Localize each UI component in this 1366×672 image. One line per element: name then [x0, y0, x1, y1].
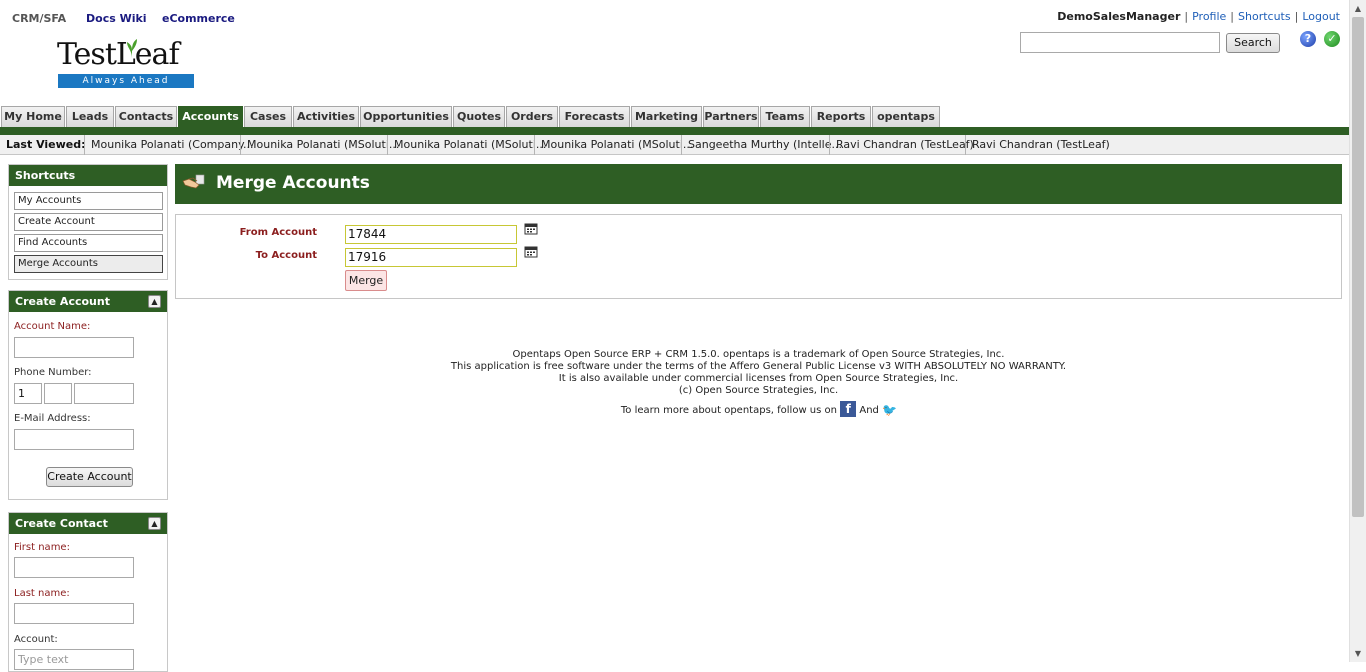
logo-tagline: Always Ahead — [58, 74, 194, 88]
last-viewed-item[interactable]: Mounika Polanati (MSoluti... — [240, 135, 399, 155]
shortcut-create-account[interactable]: Create Account — [14, 213, 163, 231]
footer-line: This application is free software under … — [450, 361, 1067, 372]
tab-marketing[interactable]: Marketing — [631, 106, 702, 127]
shortcut-find-accounts[interactable]: Find Accounts — [14, 234, 163, 252]
username: DemoSalesManager — [1057, 10, 1181, 23]
email-input[interactable] — [14, 429, 134, 450]
account-name-label: Account Name: — [14, 321, 91, 332]
twitter-icon[interactable]: 🐦 — [882, 403, 897, 417]
merge-button[interactable]: Merge — [345, 270, 387, 291]
tab-opportunities[interactable]: Opportunities — [360, 106, 452, 127]
check-icon[interactable]: ✓ — [1324, 31, 1340, 47]
email-label: E-Mail Address: — [14, 413, 91, 424]
search-input[interactable] — [1020, 32, 1220, 53]
shortcuts-panel: Shortcuts My Accounts Create Account Find … — [8, 164, 168, 280]
tab-cases[interactable]: Cases — [244, 106, 292, 127]
account-input[interactable]: Type text — [14, 649, 134, 670]
tabs-underline — [0, 127, 1349, 135]
last-viewed-label: Last Viewed: — [6, 138, 86, 151]
create-account-panel: Create Account ▲ Account Name: Phone Num… — [8, 290, 168, 500]
phone-area-input[interactable] — [44, 383, 72, 404]
facebook-icon[interactable]: f — [840, 401, 857, 417]
account-name-input[interactable] — [14, 337, 134, 358]
shortcuts-header: Shortcuts — [9, 165, 167, 186]
scroll-down-arrow[interactable]: ▼ — [1350, 645, 1366, 662]
last-viewed-item[interactable]: Ravi Chandran (TestLeaf) — [829, 135, 974, 155]
tab-quotes[interactable]: Quotes — [453, 106, 505, 127]
logout-link[interactable]: Logout — [1302, 10, 1340, 23]
leaf-icon — [127, 39, 137, 58]
phone-number-input[interactable] — [74, 383, 134, 404]
logo-wordmark: TestLeaf — [57, 37, 180, 72]
shortcut-my-accounts[interactable]: My Accounts — [14, 192, 163, 210]
tab-activities[interactable]: Activities — [293, 106, 359, 127]
create-account-button[interactable]: Create Account — [46, 467, 133, 487]
scrollbar[interactable]: ▲ ▼ — [1349, 0, 1366, 662]
phone-country-input[interactable]: 1 — [14, 383, 42, 404]
last-viewed-bar: Last Viewed: Mounika Polanati (Company..… — [0, 135, 1349, 155]
tab-partners[interactable]: Partners — [703, 106, 759, 127]
ecommerce-link[interactable]: eCommerce — [162, 12, 235, 25]
tab-reports[interactable]: Reports — [811, 106, 871, 127]
tab-opentaps[interactable]: opentaps — [872, 106, 940, 127]
lookup-icon[interactable] — [524, 245, 538, 258]
last-viewed-item[interactable]: Mounika Polanati (Company... — [84, 135, 254, 155]
first-name-input[interactable] — [14, 557, 134, 578]
footer-line: It is also available under commercial li… — [558, 373, 959, 384]
to-account-label: To Account — [255, 250, 317, 261]
first-name-label: First name: — [14, 542, 70, 553]
create-account-title: Create Account — [15, 295, 110, 308]
crm-sfa-link[interactable]: CRM/SFA — [12, 12, 66, 25]
last-viewed-item[interactable]: Mounika Polanati (MSoluti... — [387, 135, 546, 155]
to-account-input[interactable]: 17916 — [345, 248, 517, 267]
last-name-input[interactable] — [14, 603, 134, 624]
profile-link[interactable]: Profile — [1192, 10, 1226, 23]
scroll-thumb[interactable] — [1352, 17, 1364, 517]
merge-accounts-header: Merge Accounts — [175, 164, 1342, 204]
and-text: And — [859, 405, 879, 416]
last-viewed-item[interactable]: Ravi Chandran (TestLeaf) — [965, 135, 1110, 155]
handshake-icon — [182, 174, 205, 189]
phone-number-label: Phone Number: — [14, 367, 92, 378]
testleaf-logo[interactable]: TestLeaf Always Ahead — [57, 38, 194, 90]
shortcut-merge-accounts[interactable]: Merge Accounts — [14, 255, 163, 273]
footer-line: Opentaps Open Source ERP + CRM 1.5.0. op… — [512, 349, 1005, 360]
collapse-icon[interactable]: ▲ — [148, 517, 161, 530]
account-label: Account: — [14, 634, 58, 645]
tab-forecasts[interactable]: Forecasts — [559, 106, 630, 127]
create-account-header: Create Account ▲ — [9, 291, 167, 312]
last-viewed-item[interactable]: Mounika Polanati (MSoluti... — [534, 135, 693, 155]
tab-leads[interactable]: Leads — [66, 106, 114, 127]
create-contact-title: Create Contact — [15, 517, 108, 530]
shortcuts-link[interactable]: Shortcuts — [1238, 10, 1291, 23]
user-nav: DemoSalesManager | Profile | Shortcuts | Logou… — [1057, 10, 1340, 23]
last-viewed-item[interactable]: Sangeetha Murthy (Intelle... — [681, 135, 842, 155]
merge-form: From Account 17844 To Account 17916 Merg… — [175, 214, 1342, 299]
docs-wiki-link[interactable]: Docs Wiki — [86, 12, 147, 25]
follow-text: To learn more about opentaps, follow us … — [620, 405, 837, 416]
scroll-up-arrow[interactable]: ▲ — [1350, 0, 1366, 17]
page-title: Merge Accounts — [216, 173, 370, 193]
create-contact-panel: Create Contact ▲ First name: Last name: … — [8, 512, 168, 672]
tab-teams[interactable]: Teams — [760, 106, 810, 127]
tab-orders[interactable]: Orders — [506, 106, 558, 127]
lookup-icon[interactable] — [524, 222, 538, 235]
separator: | — [1230, 10, 1235, 23]
footer: Opentaps Open Source ERP + CRM 1.5.0. op… — [300, 349, 1217, 417]
from-account-input[interactable]: 17844 — [345, 225, 517, 244]
footer-follow: To learn more about opentaps, follow us … — [300, 401, 1217, 417]
separator: | — [1184, 10, 1189, 23]
separator: | — [1294, 10, 1299, 23]
create-contact-header: Create Contact ▲ — [9, 513, 167, 534]
tab-my-home[interactable]: My Home — [1, 106, 65, 127]
tab-accounts[interactable]: Accounts — [178, 106, 243, 127]
collapse-icon[interactable]: ▲ — [148, 295, 161, 308]
tab-contacts[interactable]: Contacts — [115, 106, 177, 127]
last-name-label: Last name: — [14, 588, 70, 599]
help-icon[interactable]: ? — [1300, 31, 1316, 47]
search-button[interactable]: Search — [1226, 33, 1280, 53]
footer-line: (c) Open Source Strategies, Inc. — [678, 385, 839, 396]
from-account-label: From Account — [239, 227, 317, 238]
